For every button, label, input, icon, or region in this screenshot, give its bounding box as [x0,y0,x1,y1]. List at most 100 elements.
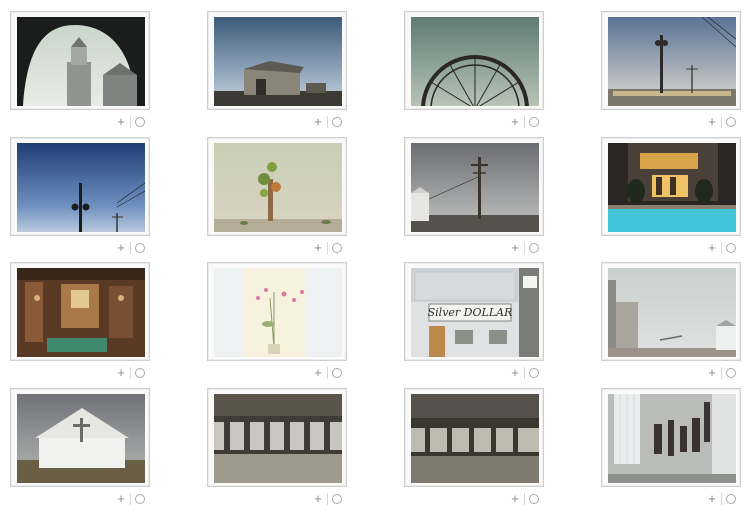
add-icon[interactable]: + [311,365,325,381]
select-radio[interactable] [529,117,539,127]
photo-grid: + + + + + + + + + + Silver DOLLAR + + + … [0,0,755,512]
action-divider [327,367,328,379]
add-icon[interactable]: + [114,365,128,381]
photo-thumbnail[interactable] [411,394,539,483]
add-icon[interactable]: + [114,114,128,130]
add-icon[interactable]: + [508,491,522,507]
store-sign-text: Silver DOLLAR [428,306,513,319]
add-icon[interactable]: + [508,114,522,130]
action-divider [130,493,131,505]
photo-actions: + [311,491,349,507]
photo-thumbnail[interactable] [608,17,736,106]
action-divider [721,116,722,128]
select-radio[interactable] [135,368,145,378]
photo-frame[interactable] [10,262,150,361]
photo-thumbnail[interactable] [411,143,539,232]
select-radio[interactable] [135,494,145,504]
photo-actions: + [705,365,743,381]
select-radio[interactable] [529,494,539,504]
photo-thumbnail[interactable] [17,143,145,232]
action-divider [130,367,131,379]
photo-thumbnail[interactable] [608,394,736,483]
photo-thumbnail[interactable] [608,143,736,232]
photo-frame[interactable] [601,137,741,236]
photo-frame[interactable] [207,262,347,361]
photo-frame[interactable]: Silver DOLLAR [404,262,544,361]
add-icon[interactable]: + [311,240,325,256]
photo-thumbnail[interactable] [214,17,342,106]
photo-thumbnail[interactable] [608,268,736,357]
add-icon[interactable]: + [311,491,325,507]
photo-thumbnail[interactable] [411,17,539,106]
photo-thumbnail[interactable] [214,394,342,483]
photo-card: + [404,11,548,135]
photo-actions: + [508,365,546,381]
select-radio[interactable] [726,494,736,504]
action-divider [721,367,722,379]
photo-actions: + [508,491,546,507]
photo-card: + [10,11,154,135]
photo-actions: + [705,491,743,507]
select-radio[interactable] [332,243,342,253]
photo-card: + [601,11,745,135]
photo-actions: + [311,365,349,381]
photo-thumbnail[interactable] [17,17,145,106]
photo-thumbnail[interactable] [214,268,342,357]
action-divider [130,116,131,128]
photo-actions: + [114,365,152,381]
select-radio[interactable] [135,243,145,253]
add-icon[interactable]: + [508,240,522,256]
photo-frame[interactable] [404,11,544,110]
photo-frame[interactable] [404,137,544,236]
photo-actions: + [114,114,152,130]
photo-frame[interactable] [601,388,741,487]
add-icon[interactable]: + [705,240,719,256]
photo-card: + [404,137,548,261]
photo-frame[interactable] [601,262,741,361]
add-icon[interactable]: + [705,365,719,381]
photo-frame[interactable] [10,137,150,236]
photo-card: + [207,388,351,512]
select-radio[interactable] [332,368,342,378]
action-divider [721,242,722,254]
photo-frame[interactable] [207,388,347,487]
photo-frame[interactable] [207,11,347,110]
photo-thumbnail[interactable] [17,268,145,357]
select-radio[interactable] [726,117,736,127]
photo-card: Silver DOLLAR + [404,262,548,386]
photo-card: + [207,137,351,261]
photo-frame[interactable] [404,388,544,487]
photo-thumbnail[interactable] [214,143,342,232]
select-radio[interactable] [726,243,736,253]
select-radio[interactable] [529,368,539,378]
select-radio[interactable] [726,368,736,378]
photo-card: + [207,262,351,386]
action-divider [524,116,525,128]
photo-actions: + [508,240,546,256]
photo-card: + [10,137,154,261]
add-icon[interactable]: + [114,491,128,507]
photo-actions: + [508,114,546,130]
photo-frame[interactable] [207,137,347,236]
photo-card: + [207,11,351,135]
photo-frame[interactable] [10,11,150,110]
photo-thumbnail[interactable] [17,394,145,483]
select-radio[interactable] [332,117,342,127]
action-divider [327,242,328,254]
photo-thumbnail[interactable]: Silver DOLLAR [411,268,539,357]
photo-card: + [10,388,154,512]
add-icon[interactable]: + [114,240,128,256]
photo-frame[interactable] [10,388,150,487]
add-icon[interactable]: + [705,491,719,507]
photo-frame[interactable] [601,11,741,110]
photo-card: + [601,137,745,261]
select-radio[interactable] [529,243,539,253]
add-icon[interactable]: + [705,114,719,130]
select-radio[interactable] [135,117,145,127]
photo-actions: + [114,240,152,256]
add-icon[interactable]: + [311,114,325,130]
select-radio[interactable] [332,494,342,504]
add-icon[interactable]: + [508,365,522,381]
action-divider [327,493,328,505]
action-divider [721,493,722,505]
